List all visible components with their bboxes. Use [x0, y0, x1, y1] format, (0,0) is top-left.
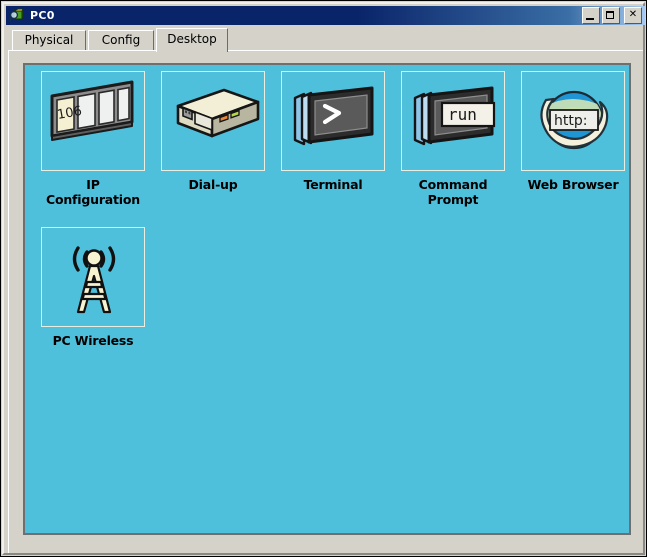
app-label: IP Configuration — [46, 177, 140, 207]
tab-bar: Physical Config Desktop — [8, 28, 643, 52]
maximize-button[interactable] — [602, 7, 620, 24]
tab-physical[interactable]: Physical — [12, 30, 86, 50]
tab-config[interactable]: Config — [88, 30, 154, 50]
tab-content-frame: 106 IP Configuration Dial-up Terminal ru… — [8, 50, 643, 553]
packet-tracer-magnifier-icon — [8, 8, 25, 24]
app-label: Dial-up — [188, 177, 238, 192]
app-tile[interactable]: 106 — [41, 71, 145, 171]
title-bar[interactable]: PC0 ✕ — [6, 6, 645, 25]
desktop-applications-panel: 106 IP Configuration Dial-up Terminal ru… — [23, 63, 631, 535]
desktop-app-terminal[interactable]: Terminal — [273, 71, 393, 192]
window-controls: ✕ — [580, 7, 642, 24]
pc-wireless-tower-icon — [72, 246, 116, 314]
minimize-icon — [586, 18, 594, 20]
app-tile[interactable] — [161, 71, 265, 171]
app-label: Web Browser — [527, 177, 619, 192]
app-tile[interactable] — [41, 227, 145, 327]
desktop-app-ip-configuration[interactable]: 106 IP Configuration — [33, 71, 153, 207]
close-icon: ✕ — [628, 9, 638, 20]
minimize-button[interactable] — [582, 7, 600, 24]
web-browser-globe-icon: http: — [540, 90, 609, 150]
app-label: Terminal — [303, 177, 363, 192]
svg-text:run: run — [448, 105, 477, 124]
pc0-window: PC0 ✕ Physical Config Desktop 106 IP Con… — [0, 0, 647, 557]
tab-desktop[interactable]: Desktop — [156, 28, 228, 52]
desktop-app-dial-up[interactable]: Dial-up — [153, 71, 273, 192]
desktop-app-command-prompt[interactable]: run Command Prompt — [393, 71, 513, 207]
app-tile[interactable]: http: — [521, 71, 625, 171]
desktop-app-pc-wireless[interactable]: PC Wireless — [33, 227, 153, 348]
command-prompt-icon: run — [413, 86, 496, 146]
window-title: PC0 — [30, 9, 55, 22]
close-button[interactable]: ✕ — [624, 7, 642, 24]
window-inner-frame: PC0 ✕ Physical Config Desktop 106 IP Con… — [2, 2, 645, 555]
terminal-icon — [293, 86, 374, 146]
desktop-app-web-browser[interactable]: http: Web Browser — [513, 71, 629, 192]
dial-up-modem-icon — [176, 88, 260, 138]
desktop-icon-grid: 106 IP Configuration Dial-up Terminal ru… — [25, 65, 629, 348]
ip-configuration-icon: 106 — [50, 80, 134, 141]
maximize-icon — [606, 11, 614, 19]
app-label: Command Prompt — [418, 177, 488, 207]
app-tile[interactable] — [281, 71, 385, 171]
svg-text:http:: http: — [554, 113, 587, 129]
app-tile[interactable]: run — [401, 71, 505, 171]
app-label: PC Wireless — [52, 333, 134, 348]
